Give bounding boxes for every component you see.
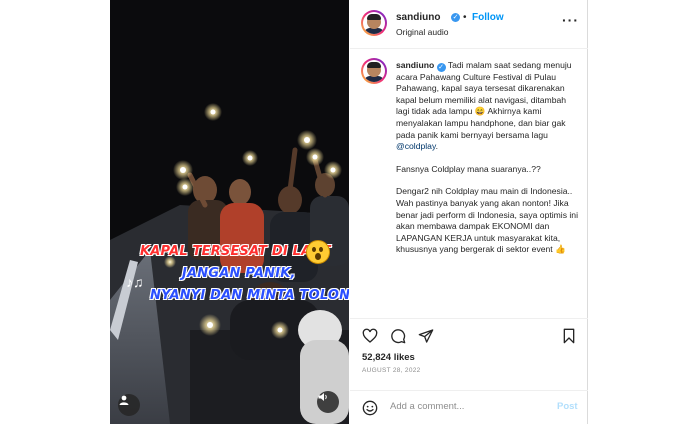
music-notes-icon: ♪♫ [126,274,144,290]
post-header: sandiuno ✓ • Follow Original audio ··· [350,0,588,49]
emoji-smiley-icon[interactable] [362,400,378,416]
avatar[interactable] [361,10,387,36]
post-details-panel: sandiuno ✓ • Follow Original audio ··· s… [350,0,588,424]
username-link[interactable]: sandiuno [396,12,440,23]
caption-username[interactable]: sandiuno [396,60,434,70]
likes-count[interactable]: 52,824 likes [362,352,415,363]
share-send-icon[interactable] [418,328,434,344]
shocked-face-emoji-icon [306,240,330,264]
caption-avatar[interactable] [361,58,387,84]
post-video[interactable]: KAPAL TERSESAT DI LAUT JANGAN PANIK, NYA… [110,0,349,424]
caption-paragraph-3: Dengar2 nih Coldplay mau main di Indones… [396,186,578,255]
mute-button[interactable] [317,391,339,413]
speaker-icon [318,393,327,401]
verified-badge-icon: ✓ [451,13,460,22]
video-caption-line2: JANGAN PANIK, [182,266,296,281]
audio-link[interactable]: Original audio [396,27,448,37]
bookmark-save-icon[interactable] [561,328,577,344]
follow-button[interactable]: Follow [472,12,504,23]
comment-bar: Add a comment... Post [350,390,588,426]
comment-input[interactable]: Add a comment... [390,401,464,412]
video-frame [110,0,349,424]
post-caption: sandiuno ✓ Tadi malam saat sedang menuju… [396,60,580,267]
post-date[interactable]: AUGUST 28, 2022 [362,367,421,374]
separator-dot: • [463,12,467,23]
verified-badge-icon: ✓ [436,63,446,72]
caption-paragraph-2: Fansnya Coldplay mana suaranya..?? [396,163,541,174]
caption-period: . [435,141,439,152]
tag-user-button[interactable] [118,394,140,416]
video-caption-line3: NYANYI DAN MINTA TOLONG [150,288,349,303]
like-heart-icon[interactable] [362,328,378,344]
post-actions: 52,824 likes AUGUST 28, 2022 Add a comme… [350,318,588,425]
video-caption-line1: KAPAL TERSESAT DI LAUT [140,244,331,259]
caption-text: Tadi malam saat sedang menuju acara Paha… [396,60,572,140]
comment-bubble-icon[interactable] [390,328,406,344]
user-icon [119,395,129,405]
mention-link[interactable]: @coldplay [396,141,436,151]
post-comment-button[interactable]: Post [557,401,578,412]
more-options-icon[interactable]: ··· [562,12,579,28]
